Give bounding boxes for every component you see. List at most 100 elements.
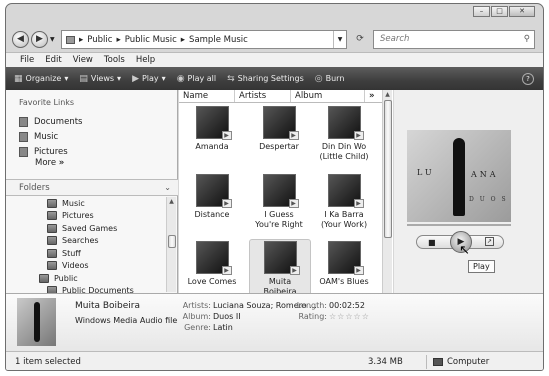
tree-item-stuff[interactable]: Stuff bbox=[6, 247, 165, 260]
address-dropdown-icon[interactable]: ▼ bbox=[333, 31, 346, 48]
computer-icon bbox=[433, 358, 443, 366]
menu-tools[interactable]: Tools bbox=[104, 55, 125, 65]
address-bar[interactable]: ▸ Public ▸ Public Music ▸ Sample Music ▼ bbox=[61, 30, 347, 49]
selection-size: 3.34 MB bbox=[368, 357, 403, 367]
file-tile-i-guess-youre-right[interactable]: ▶ I Guess You're Right bbox=[248, 174, 310, 229]
column-artists[interactable]: Artists bbox=[235, 90, 291, 102]
file-tile-love-comes[interactable]: ▶ Love Comes bbox=[181, 241, 243, 287]
breadcrumb-public[interactable]: Public bbox=[87, 35, 112, 45]
play-tooltip: Play bbox=[468, 260, 495, 273]
details-labels-2: Length: Rating: bbox=[296, 301, 327, 321]
seek-bar[interactable] bbox=[407, 224, 511, 226]
scrollbar-thumb[interactable] bbox=[384, 100, 392, 238]
history-dropdown-icon[interactable]: ▼ bbox=[50, 36, 55, 43]
breadcrumb-sample-music[interactable]: Sample Music bbox=[189, 35, 248, 45]
views-button[interactable]: ▤ Views ▾ bbox=[79, 74, 121, 84]
folders-scrollbar[interactable]: ▲ bbox=[166, 197, 176, 292]
favorite-link-pictures[interactable]: Pictures bbox=[19, 144, 82, 159]
details-labels: Artists: Album: Genre: bbox=[182, 301, 211, 332]
file-tile-oams-blues[interactable]: ▶ OAM's Blues bbox=[313, 241, 375, 287]
play-all-icon: ◉ bbox=[176, 73, 185, 84]
scroll-up-arrow-icon[interactable]: ▲ bbox=[383, 90, 392, 99]
favorite-link-documents[interactable]: Documents bbox=[19, 114, 82, 129]
forward-arrow-icon[interactable]: ▶ bbox=[31, 31, 48, 48]
album-art-thumbnail: ▶ bbox=[195, 241, 232, 275]
tree-item-pictures[interactable]: Pictures bbox=[6, 210, 165, 223]
zone-computer: Computer bbox=[426, 355, 489, 369]
search-placeholder: Search bbox=[380, 34, 410, 44]
file-tile-amanda[interactable]: ▶ Amanda bbox=[181, 106, 243, 152]
folder-icon bbox=[47, 236, 57, 246]
menu-help[interactable]: Help bbox=[136, 55, 155, 65]
album-cover-preview: LU ANA D U O S bbox=[407, 130, 511, 222]
status-bar: 1 item selected 3.34 MB Computer bbox=[6, 351, 543, 370]
maximize-icon[interactable]: □ bbox=[491, 6, 508, 17]
file-tile-din-din-wo[interactable]: ▶ Din Din Wo (Little Child) bbox=[313, 106, 375, 161]
tree-item-saved-games[interactable]: Saved Games bbox=[6, 222, 165, 235]
sharing-settings-button[interactable]: ⇆ Sharing Settings bbox=[227, 74, 304, 84]
chevron-down-icon: ⌄ bbox=[164, 183, 171, 192]
breadcrumb-public-music[interactable]: Public Music bbox=[125, 35, 177, 45]
singer-figure bbox=[453, 138, 465, 216]
album-art-thumbnail: ▶ bbox=[263, 241, 300, 275]
preview-pane: LU ANA D U O S ■ ▶ ↗ ↖ Play bbox=[394, 90, 543, 293]
minimize-icon[interactable]: – bbox=[473, 6, 490, 17]
stop-icon[interactable]: ■ bbox=[428, 238, 436, 247]
tree-item-public[interactable]: Public bbox=[6, 272, 165, 285]
play-overlay-icon[interactable]: ▶ bbox=[288, 199, 299, 208]
menu-edit[interactable]: Edit bbox=[45, 55, 61, 65]
search-input[interactable]: Search ⚲ bbox=[373, 30, 535, 49]
rating-stars[interactable]: ☆☆☆☆☆ bbox=[329, 311, 370, 322]
play-all-button[interactable]: ◉ Play all bbox=[177, 74, 216, 84]
favorite-link-music[interactable]: Music bbox=[19, 129, 82, 144]
close-icon[interactable]: ✕ bbox=[509, 6, 535, 17]
file-tile-i-ka-barra[interactable]: ▶ I Ka Barra (Your Work) bbox=[313, 174, 375, 229]
menu-file[interactable]: File bbox=[20, 55, 34, 65]
details-pane: Muita Boibeira Windows Media Audio file … bbox=[6, 293, 543, 351]
menu-view[interactable]: View bbox=[73, 55, 93, 65]
refresh-icon[interactable]: ⟳ bbox=[349, 31, 371, 48]
more-links[interactable]: More » bbox=[35, 158, 64, 168]
tree-item-videos[interactable]: Videos bbox=[6, 260, 165, 273]
help-icon[interactable]: ? bbox=[522, 72, 534, 85]
address-row: ◀ ▶ ▼ ▸ Public ▸ Public Music ▸ Sample M… bbox=[6, 27, 543, 51]
popout-icon[interactable]: ↗ bbox=[485, 237, 494, 246]
play-button[interactable]: ▶ Play ▾ bbox=[132, 74, 166, 84]
chevron-right-icon: » bbox=[58, 158, 65, 168]
play-overlay-icon[interactable]: ▶ bbox=[353, 131, 364, 140]
play-overlay-icon[interactable]: ▶ bbox=[221, 266, 232, 275]
play-overlay-icon[interactable]: ▶ bbox=[221, 199, 232, 208]
organize-button[interactable]: ▦ Organize ▾ bbox=[14, 74, 68, 84]
scroll-up-arrow-icon[interactable]: ▲ bbox=[167, 197, 176, 206]
file-list-scrollbar[interactable]: ▲ bbox=[382, 90, 392, 293]
album-art-thumbnail: ▶ bbox=[195, 174, 232, 208]
navigation-pane: Favorite Links Documents Music Pictures … bbox=[6, 90, 178, 296]
column-album[interactable]: Album bbox=[291, 90, 365, 102]
sharing-icon: ⇆ bbox=[227, 73, 235, 84]
folders-header[interactable]: Folders ⌄ bbox=[6, 179, 178, 196]
tree-item-searches[interactable]: Searches bbox=[6, 235, 165, 248]
burn-button[interactable]: ◎ Burn bbox=[315, 74, 345, 84]
file-tile-despertar[interactable]: ▶ Despertar bbox=[248, 106, 310, 152]
album-art-thumbnail: ▶ bbox=[327, 106, 364, 140]
play-overlay-icon[interactable]: ▶ bbox=[289, 266, 300, 275]
caption-buttons: – □ ✕ bbox=[473, 6, 535, 17]
tree-item-music[interactable]: Music bbox=[6, 197, 165, 210]
play-overlay-icon[interactable]: ▶ bbox=[353, 199, 364, 208]
details-genre[interactable]: Latin bbox=[213, 322, 317, 333]
search-icon[interactable]: ⚲ bbox=[524, 31, 530, 48]
more-columns-chevron-icon[interactable]: » bbox=[365, 90, 383, 102]
back-arrow-icon[interactable]: ◀ bbox=[12, 31, 29, 48]
column-name[interactable]: Name bbox=[179, 90, 235, 102]
scrollbar-thumb[interactable] bbox=[168, 235, 176, 248]
singer-figure bbox=[34, 302, 40, 342]
play-overlay-icon[interactable]: ▶ bbox=[288, 131, 299, 140]
file-tile-muita-boibeira[interactable]: ▶ Muita Boibeira bbox=[249, 239, 311, 297]
play-overlay-icon[interactable]: ▶ bbox=[221, 131, 232, 140]
details-album-thumbnail bbox=[17, 298, 56, 346]
views-icon: ▤ bbox=[79, 73, 88, 84]
file-tile-distance[interactable]: ▶ Distance bbox=[181, 174, 243, 220]
folder-icon bbox=[39, 273, 49, 283]
play-overlay-icon[interactable]: ▶ bbox=[353, 266, 364, 275]
details-length: 00:02:52 bbox=[329, 301, 365, 310]
